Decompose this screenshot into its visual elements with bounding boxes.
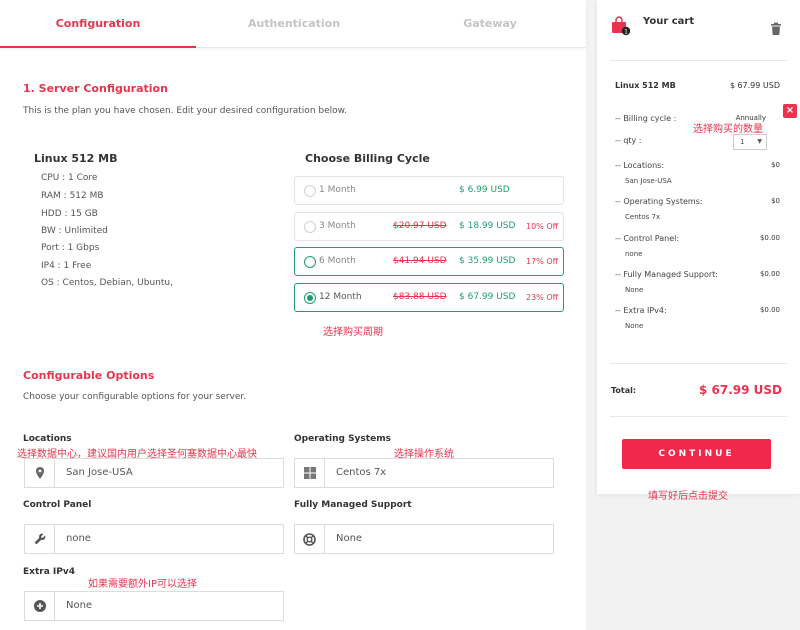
continue-button[interactable]: CONTINUE: [622, 439, 771, 469]
radio-button-checked[interactable]: [304, 292, 316, 304]
billing-option-price: $ 6.99 USD: [459, 185, 510, 195]
billing-option-1-month[interactable]: 1 Month $ 6.99 USD: [294, 176, 564, 205]
server-configuration-title: 1. Server Configuration: [23, 82, 168, 95]
operating-systems-select[interactable]: Centos 7x: [294, 458, 554, 488]
billing-option-3-month[interactable]: 3 Month $20.97 USD $ 18.99 USD 10% Off: [294, 212, 564, 241]
note-qty: 选择购买的数量: [693, 124, 763, 135]
cart-qty-label: -- qty :: [615, 136, 642, 145]
spec-port: Port : 1 Gbps: [41, 243, 100, 253]
cart-billing-cycle-label: -- Billing cycle :: [615, 114, 677, 123]
cart-item-value: San Jose-USA: [625, 177, 672, 185]
radio-button[interactable]: [304, 185, 316, 197]
spec-ram: RAM : 512 MB: [41, 191, 104, 201]
cart-product-name: Linux 512 MB: [615, 81, 676, 90]
cart-item-value: none: [625, 250, 643, 258]
total-label: Total:: [611, 386, 637, 395]
cart-item-value: None: [625, 286, 644, 294]
cart-item-price: $0.00: [759, 306, 780, 314]
configurable-options-description: Choose your configurable options for you…: [23, 392, 247, 402]
configurable-options-title: Configurable Options: [23, 369, 155, 382]
trash-icon[interactable]: [769, 21, 783, 35]
operating-systems-value: Centos 7x: [336, 467, 387, 478]
close-icon[interactable]: ×: [783, 104, 797, 118]
tab-configuration[interactable]: Configuration: [0, 0, 196, 48]
billing-option-12-month[interactable]: 12 Month $83.88 USD $ 67.99 USD 23% Off: [294, 283, 564, 312]
managed-support-select[interactable]: None: [294, 524, 554, 554]
cart-item-value: Centos 7x: [625, 213, 661, 221]
billing-option-price: $ 35.99 USD: [459, 256, 516, 266]
locations-select[interactable]: San Jose-USA: [24, 458, 284, 488]
control-panel-label: Control Panel: [23, 500, 92, 510]
divider: [610, 363, 787, 364]
cart-item-price: $0.00: [759, 270, 780, 278]
cart-item-label: -- Locations:: [615, 161, 665, 170]
billing-option-price: $ 18.99 USD: [459, 221, 516, 231]
radio-button[interactable]: [304, 256, 316, 268]
cart-item-value: None: [625, 322, 644, 330]
billing-option-old-price: $20.97 USD: [393, 221, 447, 231]
spec-os: OS : Centos, Debian, Ubuntu,: [41, 278, 173, 288]
cart-product-price: $ 67.99 USD: [729, 81, 780, 90]
billing-option-discount: 10% Off: [526, 222, 559, 231]
control-panel-select[interactable]: none: [24, 524, 284, 554]
billing-option-discount: 23% Off: [526, 293, 559, 302]
wrench-icon: [25, 525, 55, 553]
spec-bw: BW : Unlimited: [41, 226, 108, 236]
note-ipv4: 如果需要额外IP可以选择: [88, 579, 197, 590]
cart-item-price: $0.00: [759, 234, 780, 242]
tab-authentication[interactable]: Authentication: [196, 0, 392, 48]
billing-option-label: 12 Month: [319, 292, 362, 302]
lifebuoy-icon: [295, 525, 325, 553]
spec-cpu: CPU : 1 Core: [41, 173, 98, 183]
locations-label: Locations: [23, 434, 72, 444]
spec-hdd: HDD : 15 GB: [41, 209, 98, 219]
server-configuration-description: This is the plan you have chosen. Edit y…: [23, 106, 348, 116]
cart-title: Your cart: [643, 16, 695, 27]
configuration-panel: Configuration Authentication Gateway 1. …: [0, 0, 586, 630]
chevron-down-icon: ▼: [757, 138, 762, 145]
note-submit: 填写好后点击提交: [648, 491, 728, 502]
operating-systems-label: Operating Systems: [294, 434, 391, 444]
locations-value: San Jose-USA: [66, 467, 133, 478]
billing-cycle-title: Choose Billing Cycle: [305, 152, 430, 165]
tab-bar: Configuration Authentication Gateway: [0, 0, 586, 48]
windows-icon: [295, 459, 325, 487]
cart-item-label: -- Extra IPv4:: [615, 306, 667, 315]
billing-option-discount: 17% Off: [526, 257, 559, 266]
divider: [610, 416, 787, 417]
cart-panel: 1 Your cart Linux 512 MB $ 67.99 USD -- …: [597, 0, 800, 494]
extra-ipv4-value: None: [66, 600, 93, 611]
total-value: $ 67.99 USD: [698, 383, 782, 397]
managed-support-label: Fully Managed Support: [294, 500, 412, 510]
managed-support-value: None: [336, 533, 363, 544]
billing-option-label: 1 Month: [319, 185, 356, 195]
extra-ipv4-label: Extra IPv4: [23, 567, 75, 577]
billing-option-label: 3 Month: [319, 221, 356, 231]
cart-item-label: -- Operating Systems:: [615, 197, 703, 206]
billing-option-label: 6 Month: [319, 256, 356, 266]
billing-option-6-month[interactable]: 6 Month $41.94 USD $ 35.99 USD 17% Off: [294, 247, 564, 276]
plus-circle-icon: [25, 592, 55, 620]
plan-name: Linux 512 MB: [34, 152, 118, 165]
billing-option-old-price: $83.88 USD: [393, 292, 447, 302]
quantity-select[interactable]: 1 ▼: [733, 134, 767, 150]
radio-button[interactable]: [304, 221, 316, 233]
quantity-value: 1: [740, 138, 745, 146]
extra-ipv4-select[interactable]: None: [24, 591, 284, 621]
cart-count-badge: 1: [624, 28, 628, 35]
billing-option-price: $ 67.99 USD: [459, 292, 516, 302]
tab-gateway[interactable]: Gateway: [392, 0, 588, 48]
shopping-bag-icon: 1: [611, 16, 631, 36]
cart-item-price: $0: [771, 197, 780, 205]
note-billing-cycle: 选择购买周期: [323, 327, 383, 338]
control-panel-value: none: [66, 533, 91, 544]
cart-item-label: -- Control Panel:: [615, 234, 680, 243]
divider: [610, 60, 787, 61]
spec-ip4: IP4 : 1 Free: [41, 261, 92, 271]
map-pin-icon: [25, 459, 55, 487]
cart-item-label: -- Fully Managed Support:: [615, 270, 718, 279]
billing-option-old-price: $41.94 USD: [393, 256, 447, 266]
cart-item-price: $0: [771, 161, 780, 169]
